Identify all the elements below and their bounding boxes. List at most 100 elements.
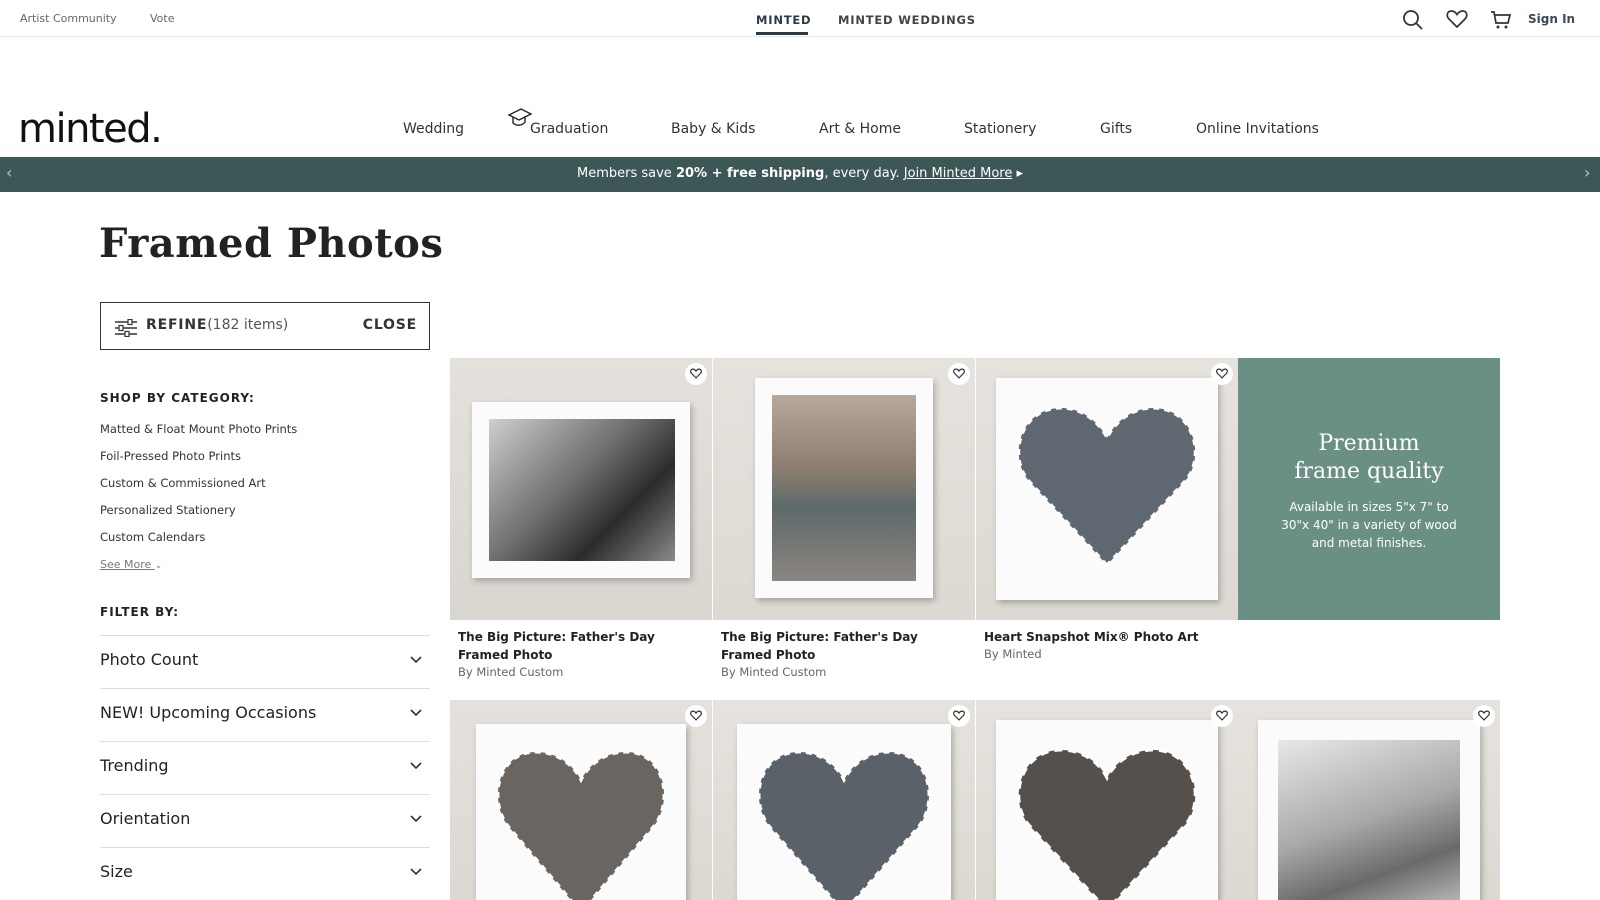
product-image[interactable] bbox=[450, 700, 712, 900]
photo-frame bbox=[1258, 720, 1480, 900]
photo-frame bbox=[476, 724, 686, 900]
heart-icon bbox=[1478, 710, 1490, 721]
favorite-button[interactable] bbox=[685, 705, 707, 727]
favorite-button[interactable] bbox=[685, 363, 707, 385]
minted-logo[interactable]: minted. bbox=[18, 106, 163, 152]
heart-collage bbox=[757, 750, 931, 900]
chevron-down-icon bbox=[410, 709, 422, 717]
product-designer: By Minted bbox=[984, 647, 1042, 661]
vote-link[interactable]: Vote bbox=[150, 12, 174, 25]
filter-photo-count[interactable]: Photo Count bbox=[100, 635, 430, 688]
heart-collage bbox=[496, 750, 666, 900]
refine-text: REFINE bbox=[146, 317, 208, 333]
sign-in-link[interactable]: Sign In bbox=[1528, 12, 1575, 26]
category-link[interactable]: Matted & Float Mount Photo Prints bbox=[100, 422, 297, 436]
close-refine-button[interactable]: CLOSE bbox=[363, 317, 417, 333]
chevron-down-icon: ⌄ bbox=[154, 561, 163, 571]
heart-collage bbox=[1017, 748, 1197, 900]
product-designer: By Minted Custom bbox=[721, 665, 827, 679]
product-title[interactable]: The Big Picture: Father's Day Framed Pho… bbox=[458, 628, 698, 664]
category-link[interactable]: Foil-Pressed Photo Prints bbox=[100, 449, 241, 463]
page-title: Framed Photos bbox=[99, 220, 444, 267]
artist-community-link[interactable]: Artist Community bbox=[20, 12, 117, 25]
filter-trending[interactable]: Trending bbox=[100, 741, 430, 794]
favorite-button[interactable] bbox=[1473, 705, 1495, 727]
category-link[interactable]: Custom & Commissioned Art bbox=[100, 476, 266, 490]
photo-frame bbox=[737, 724, 951, 900]
heart-icon bbox=[690, 368, 702, 379]
nav-online-invitations[interactable]: Online Invitations bbox=[1196, 121, 1319, 137]
product-photo bbox=[489, 419, 675, 561]
tab-minted-weddings[interactable]: MINTED WEDDINGS bbox=[838, 13, 976, 27]
filter-orientation[interactable]: Orientation bbox=[100, 794, 430, 847]
banner-arrow-glyph: ▸ bbox=[1012, 166, 1023, 181]
product-title[interactable]: Heart Snapshot Mix® Photo Art bbox=[984, 628, 1224, 646]
see-more-label: See More bbox=[100, 558, 152, 571]
favorite-button[interactable] bbox=[948, 705, 970, 727]
favorite-button[interactable] bbox=[1211, 363, 1233, 385]
nav-wedding[interactable]: Wedding bbox=[403, 121, 464, 137]
banner-highlight: 20% + free shipping bbox=[675, 166, 825, 181]
photo-frame bbox=[755, 378, 933, 598]
chevron-down-icon bbox=[410, 815, 422, 823]
tab-minted[interactable]: MINTED bbox=[756, 13, 811, 27]
photo-frame bbox=[996, 720, 1218, 900]
search-icon[interactable] bbox=[1402, 9, 1424, 35]
product-designer: By Minted Custom bbox=[458, 665, 564, 679]
chevron-down-icon bbox=[410, 656, 422, 664]
chevron-down-icon bbox=[410, 762, 422, 770]
promo-title-line-2: frame quality bbox=[1294, 459, 1444, 484]
cart-icon[interactable] bbox=[1490, 10, 1512, 34]
filter-sliders-icon bbox=[115, 319, 137, 337]
shop-by-category-heading: SHOP BY CATEGORY: bbox=[100, 391, 255, 405]
filter-label: Orientation bbox=[100, 809, 191, 828]
nav-art-home[interactable]: Art & Home bbox=[819, 121, 901, 137]
product-image[interactable] bbox=[976, 700, 1238, 900]
promo-title: Premium frame quality bbox=[1238, 430, 1500, 486]
banner-middle: , every day. bbox=[824, 166, 904, 181]
category-link[interactable]: Personalized Stationery bbox=[100, 503, 236, 517]
product-title[interactable]: The Big Picture: Father's Day Framed Pho… bbox=[721, 628, 961, 664]
active-tab-underline bbox=[756, 32, 808, 35]
nav-graduation[interactable]: Graduation bbox=[530, 121, 608, 137]
promo-banner: ‹ Members save 20% + free shipping, ever… bbox=[0, 157, 1600, 192]
product-image[interactable] bbox=[1238, 700, 1500, 900]
filter-size[interactable]: Size bbox=[100, 847, 430, 900]
item-count: (182 items) bbox=[207, 317, 289, 333]
nav-baby-kids[interactable]: Baby & Kids bbox=[671, 121, 755, 137]
filter-by-heading: FILTER BY: bbox=[100, 605, 180, 619]
top-utility-bar: Artist Community Vote MINTED MINTED WEDD… bbox=[0, 0, 1600, 37]
refine-label: REFINE(182 items) bbox=[146, 317, 288, 333]
nav-gifts[interactable]: Gifts bbox=[1100, 121, 1132, 137]
product-photo bbox=[1278, 740, 1460, 900]
favorite-button[interactable] bbox=[948, 363, 970, 385]
product-image[interactable] bbox=[976, 358, 1238, 620]
promo-title-line-1: Premium bbox=[1318, 431, 1420, 456]
product-photo bbox=[772, 395, 916, 581]
filter-upcoming-occasions[interactable]: NEW! Upcoming Occasions bbox=[100, 688, 430, 741]
banner-next-arrow[interactable]: › bbox=[1584, 163, 1590, 182]
product-image[interactable] bbox=[450, 358, 712, 620]
filter-label: Size bbox=[100, 862, 133, 881]
heart-icon bbox=[1216, 710, 1228, 721]
product-image[interactable] bbox=[713, 700, 975, 900]
category-link[interactable]: Custom Calendars bbox=[100, 530, 205, 544]
heart-icon bbox=[690, 710, 702, 721]
product-image[interactable] bbox=[713, 358, 975, 620]
join-minted-more-link[interactable]: Join Minted More bbox=[904, 166, 1013, 181]
see-more-link[interactable]: See More ⌄ bbox=[100, 558, 162, 571]
photo-frame bbox=[472, 402, 690, 578]
filter-label: Photo Count bbox=[100, 650, 199, 669]
chevron-down-icon bbox=[410, 868, 422, 876]
banner-prefix: Members save bbox=[577, 166, 676, 181]
banner-message: Members save 20% + free shipping, every … bbox=[0, 166, 1600, 181]
promo-body: Available in sizes 5"x 7" to 30"x 40" in… bbox=[1281, 500, 1457, 550]
favorite-button[interactable] bbox=[1211, 705, 1233, 727]
refine-bar[interactable]: REFINE(182 items) CLOSE bbox=[100, 302, 430, 350]
nav-stationery[interactable]: Stationery bbox=[964, 121, 1036, 137]
heart-icon bbox=[953, 368, 965, 379]
heart-icon[interactable] bbox=[1446, 9, 1468, 33]
heart-icon bbox=[1216, 368, 1228, 379]
photo-frame bbox=[996, 378, 1218, 600]
heart-collage bbox=[1017, 406, 1197, 568]
